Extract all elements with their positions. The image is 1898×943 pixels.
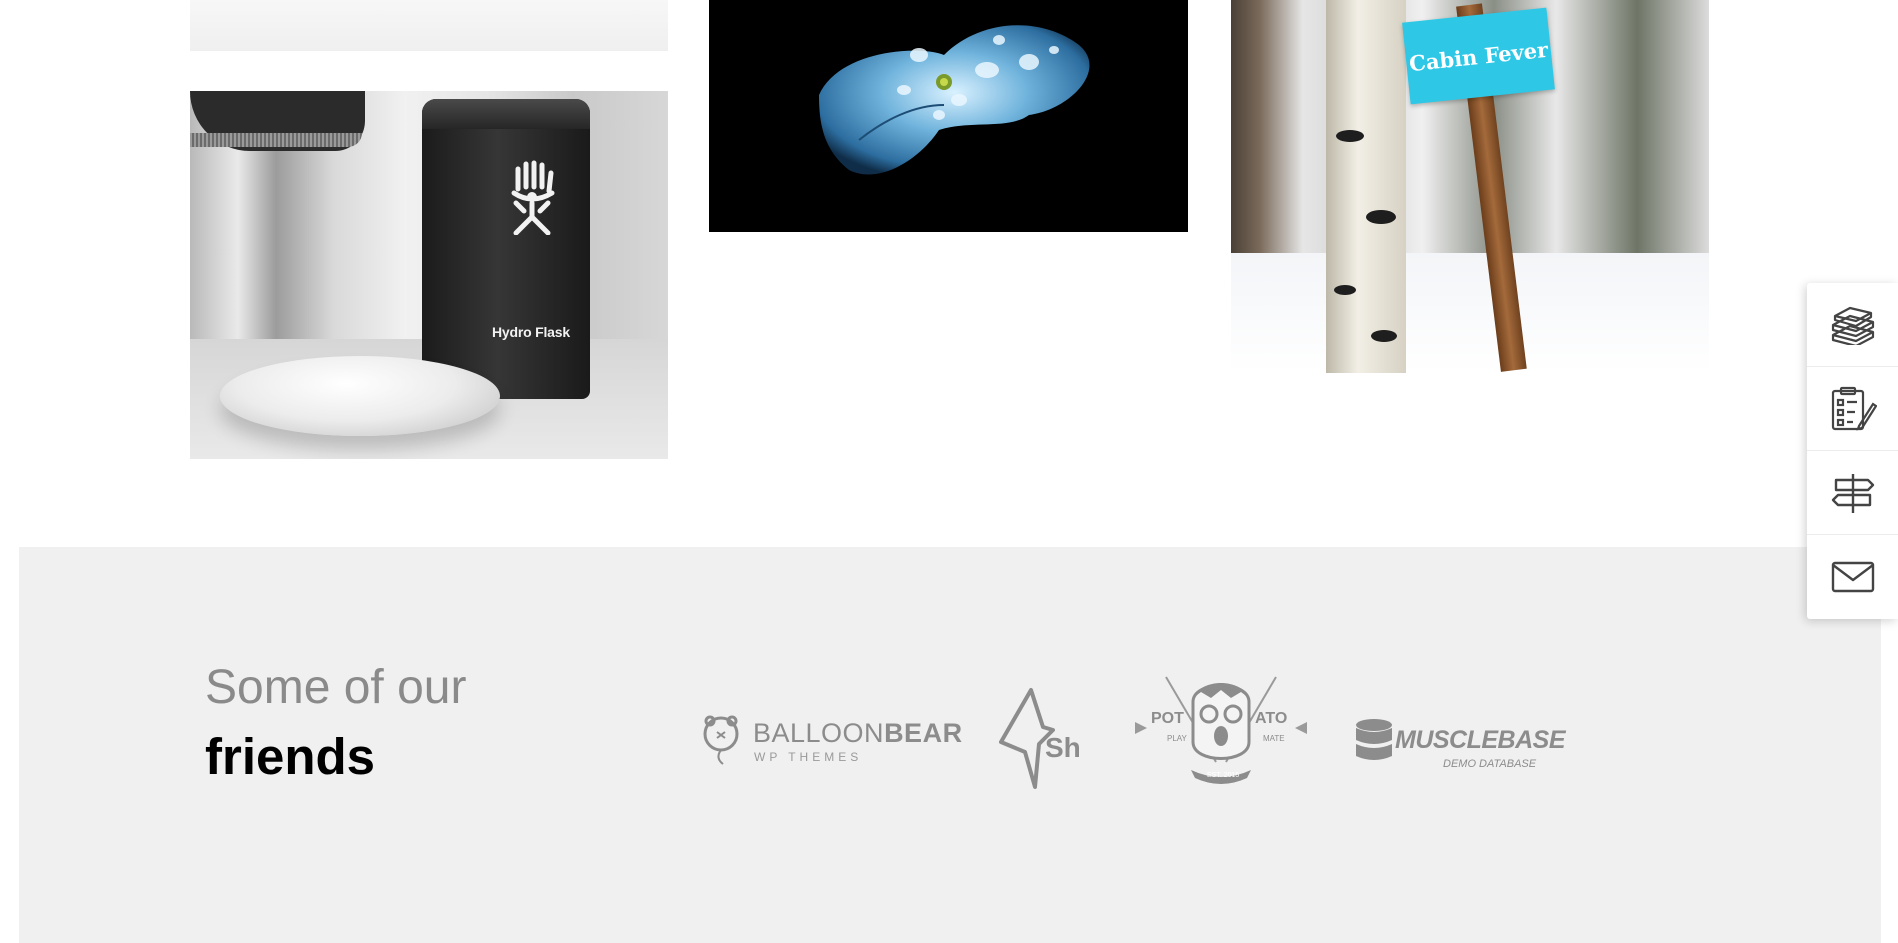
bottle: Hydro Flask — [422, 99, 590, 399]
logo-sh-text: Sh — [1045, 732, 1081, 763]
dock-item-mail[interactable] — [1807, 535, 1898, 619]
checklist-icon — [1831, 386, 1877, 431]
logo-balloonbear[interactable]: BALLOONBEAR WP THEMES — [701, 712, 962, 772]
logo-balloonbear-name: BALLOON — [753, 718, 885, 748]
cabin-fever-sign: Cabin Fever — [1402, 7, 1555, 105]
logo-potato-ribbon: EST. 2015 — [1207, 772, 1240, 779]
hand-logo-icon — [511, 160, 555, 235]
birch-mark — [1371, 330, 1397, 342]
logo-potato-left: POT — [1151, 710, 1184, 727]
dock-item-books[interactable] — [1807, 283, 1898, 367]
bottle-brand-text: Hydro Flask — [492, 324, 570, 340]
logo-sh[interactable]: Sh — [991, 682, 1091, 792]
friends-heading-bold: friends — [205, 728, 376, 785]
lamp-grille — [190, 133, 362, 147]
logo-potato-left-small: PLAY — [1167, 734, 1187, 743]
flower-illustration — [819, 25, 1090, 175]
logo-balloonbear-name-bold: BEAR — [884, 718, 963, 748]
gallery-image-cabin-fever[interactable]: Cabin Fever — [1231, 0, 1709, 373]
logo-musclebase-name: MUSCLEBASE — [1395, 726, 1566, 754]
balloon-icon — [703, 715, 739, 765]
side-dock — [1807, 283, 1898, 619]
birch-mark — [1366, 210, 1396, 224]
logo-balloonbear-tagline: WP THEMES — [754, 750, 863, 764]
friends-heading-light: Some of our — [205, 661, 467, 714]
logo-musclebase[interactable]: MUSCLEBASE DEMO DATABASE — [1351, 710, 1566, 780]
birch-trunk — [1326, 0, 1406, 373]
logo-musclebase-tagline: DEMO DATABASE — [1443, 758, 1537, 770]
gallery-image-flower[interactable] — [709, 0, 1188, 232]
logo-potato-right-small: MATE — [1263, 734, 1285, 743]
logo-potato-right: ATO — [1255, 710, 1288, 727]
birch-mark — [1336, 130, 1364, 142]
signpost-icon — [1831, 473, 1874, 513]
birch-mark — [1334, 285, 1356, 295]
gallery-image-top-left[interactable] — [190, 0, 668, 51]
friends-section: Some of our friends BALLOONBEAR WP THEME… — [19, 547, 1881, 943]
books-icon — [1831, 306, 1874, 345]
gallery-image-hydro-flask[interactable]: Hydro Flask — [190, 91, 668, 459]
logo-potato[interactable]: POT ATO PLAY MATE EST. 2015 — [1131, 672, 1311, 792]
bottle-cap — [422, 99, 590, 129]
computer-mouse — [220, 356, 500, 436]
mail-icon — [1831, 561, 1874, 593]
dock-item-checklist[interactable] — [1807, 367, 1898, 451]
database-icon — [1356, 719, 1392, 760]
snow-ground — [1231, 253, 1709, 373]
dock-item-signpost[interactable] — [1807, 451, 1898, 535]
